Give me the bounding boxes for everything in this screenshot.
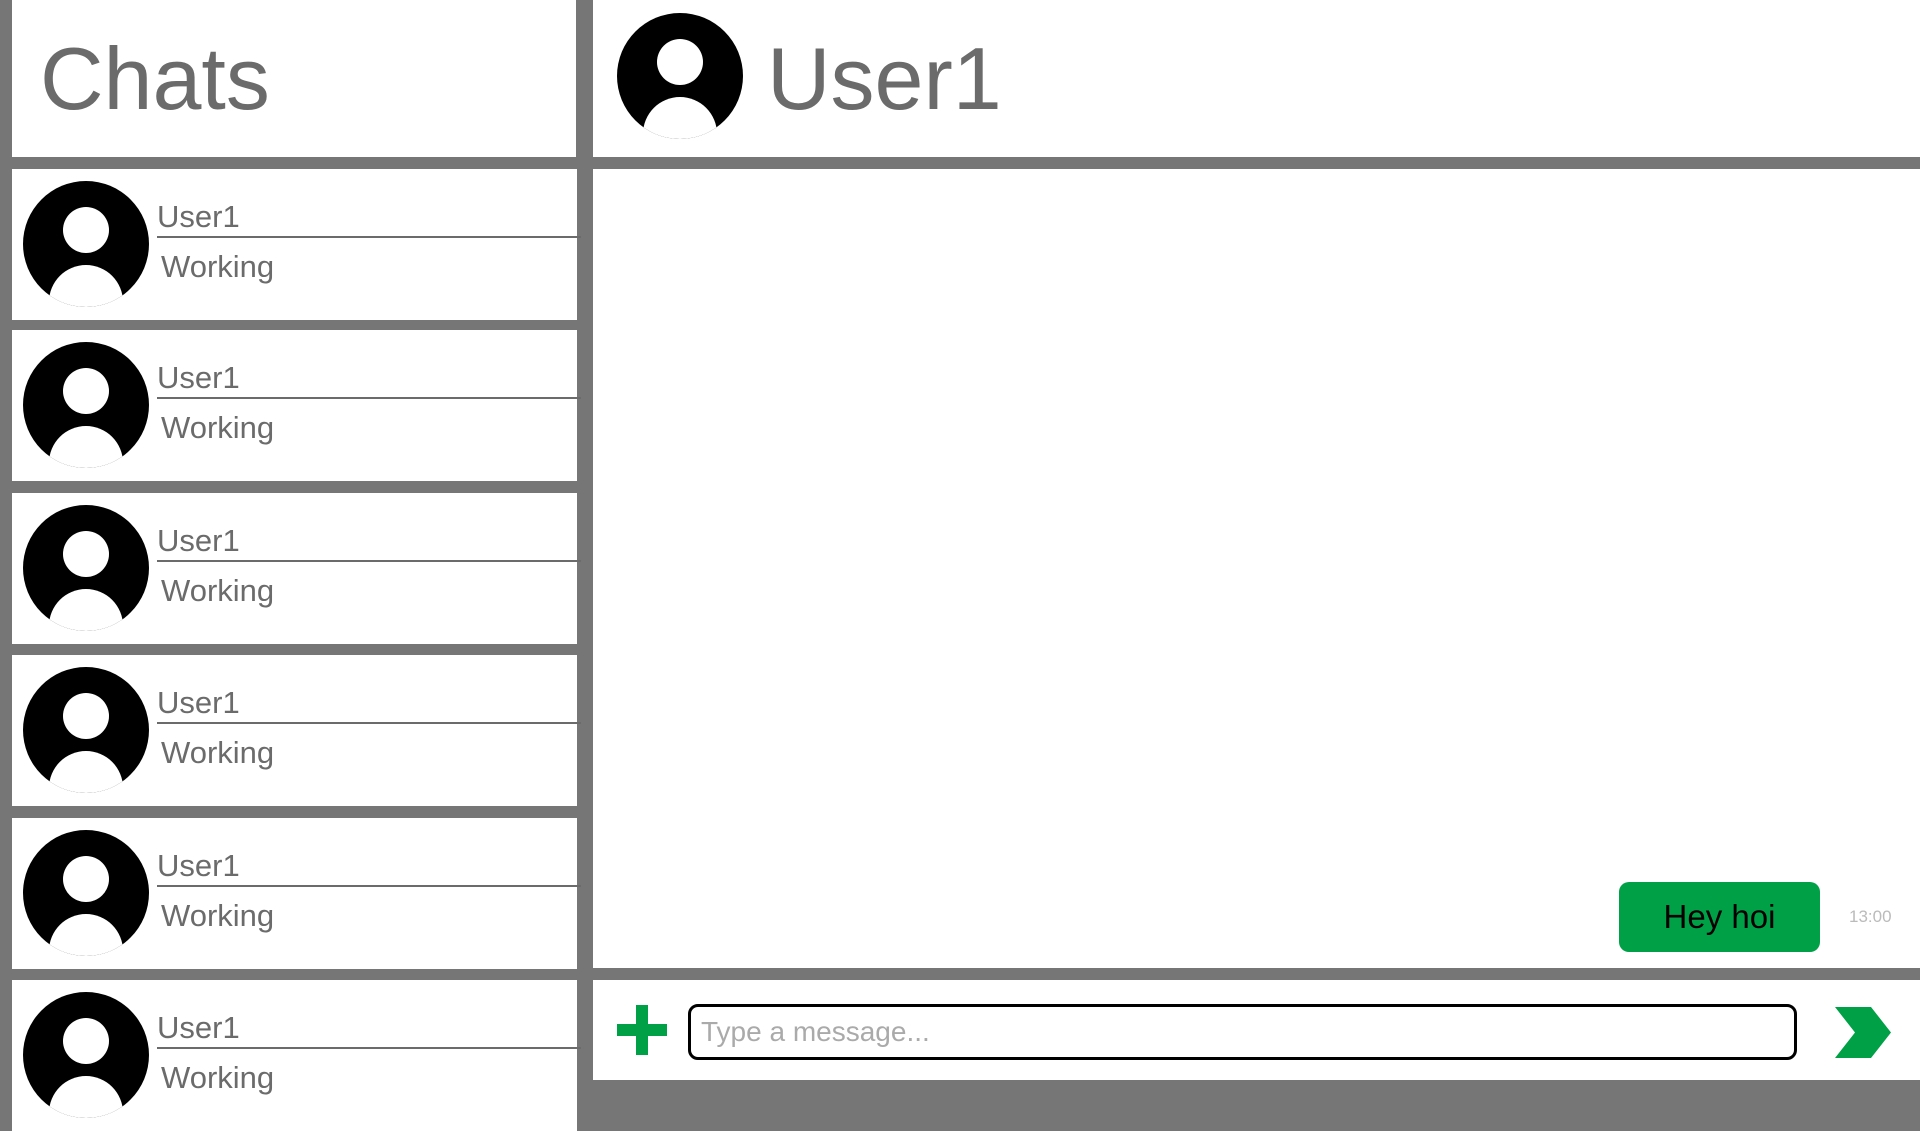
chat-name: User1 [157, 1010, 581, 1049]
page-title: Chats [40, 29, 270, 128]
avatar [23, 181, 149, 307]
chat-status: Working [161, 735, 275, 770]
avatar [23, 830, 149, 956]
conversation-header: User1 [593, 0, 1920, 157]
user-icon [63, 1018, 109, 1064]
chat-list-item[interactable]: User1 Working [12, 493, 581, 644]
chat-list-item[interactable]: User1 Working [12, 655, 581, 806]
user-icon [63, 856, 109, 902]
user-icon [63, 207, 109, 253]
chat-list-item[interactable]: User1 Working [12, 980, 581, 1131]
message-input[interactable] [688, 1004, 1797, 1060]
chevron-right-icon[interactable] [1835, 1007, 1891, 1058]
avatar[interactable] [617, 13, 743, 139]
conversation-name: User1 [767, 29, 1002, 128]
message-time: 13:00 [1849, 907, 1892, 926]
plus-icon[interactable] [617, 1005, 667, 1055]
avatar [23, 667, 149, 793]
chat-name: User1 [157, 523, 581, 562]
chat-list-item[interactable]: User1 Working [12, 169, 581, 320]
chat-name: User1 [157, 360, 581, 399]
user-icon [63, 693, 109, 739]
composer [593, 980, 1920, 1080]
user-icon [63, 368, 109, 414]
chat-status: Working [161, 898, 275, 933]
message-bubble: Hey hoi [1619, 882, 1820, 952]
chats-header: Chats [12, 0, 576, 157]
user-icon [63, 531, 109, 577]
chat-name: User1 [157, 685, 581, 724]
avatar [23, 342, 149, 468]
user-icon [657, 39, 703, 85]
chat-name: User1 [157, 199, 581, 238]
chat-status: Working [161, 410, 275, 445]
chat-list-item[interactable]: User1 Working [12, 330, 581, 481]
chat-status: Working [161, 249, 275, 284]
message-area: Hey hoi 13:00 [593, 169, 1920, 968]
avatar [23, 992, 149, 1118]
chat-status: Working [161, 1060, 275, 1095]
chat-name: User1 [157, 848, 581, 887]
chat-status: Working [161, 573, 275, 608]
chat-list-item[interactable]: User1 Working [12, 818, 581, 969]
avatar [23, 505, 149, 631]
